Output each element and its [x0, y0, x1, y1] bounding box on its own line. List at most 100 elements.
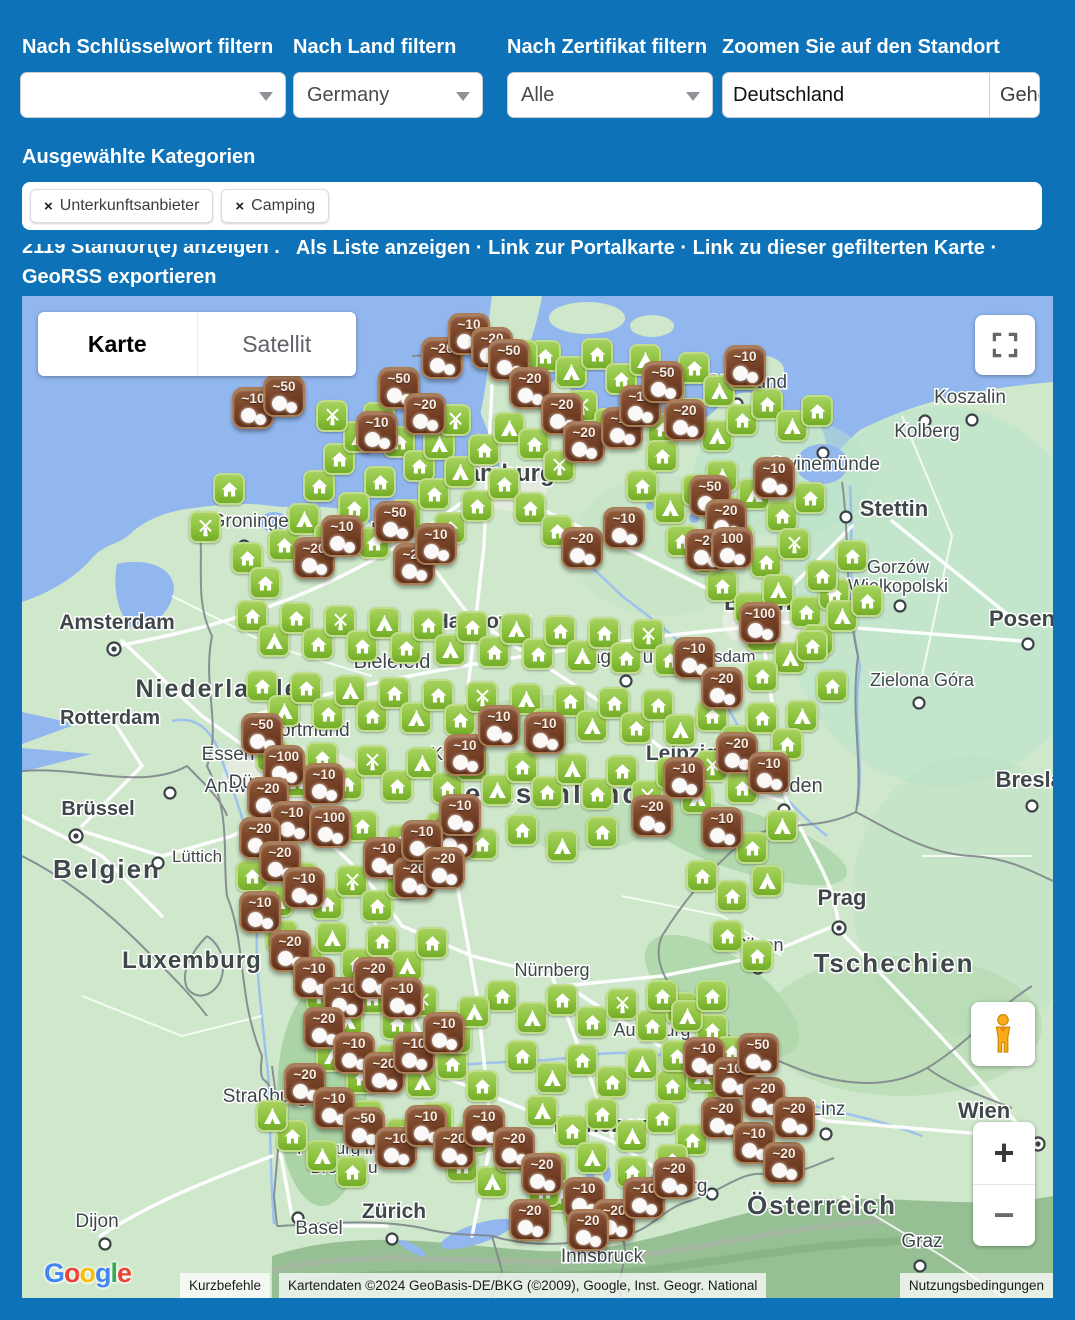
map-marker-house-icon[interactable]: [741, 940, 773, 972]
map-marker-house-icon[interactable]: [506, 814, 538, 846]
map-marker-tent-icon[interactable]: [306, 1140, 338, 1172]
map-type-satellit-button[interactable]: Satellit: [198, 312, 357, 376]
map-cluster-marker[interactable]: ~10: [303, 763, 345, 805]
map-type-karte-button[interactable]: Karte: [38, 312, 198, 376]
map-marker-house-icon[interactable]: [576, 1006, 608, 1038]
map-marker-house-icon[interactable]: [486, 980, 518, 1012]
map-cluster-marker[interactable]: ~50: [263, 375, 305, 417]
map-marker-house-icon[interactable]: [586, 816, 618, 848]
map-marker-house-icon[interactable]: [249, 567, 281, 599]
map-cluster-marker[interactable]: ~20: [509, 1199, 551, 1241]
map-cluster-marker[interactable]: ~10: [423, 1012, 465, 1054]
map-marker-house-icon[interactable]: [656, 1070, 688, 1102]
keyboard-shortcuts-link[interactable]: Kurzbefehle: [180, 1273, 270, 1298]
map-marker-house-icon[interactable]: [794, 482, 826, 514]
map-cluster-marker[interactable]: ~10: [724, 345, 766, 387]
map-marker-windmill-icon[interactable]: [189, 511, 221, 543]
map-marker-tent-icon[interactable]: [536, 1062, 568, 1094]
map-cluster-marker[interactable]: ~20: [404, 393, 446, 435]
map-cluster-marker[interactable]: ~10: [753, 457, 795, 499]
map-cluster-marker[interactable]: ~10: [603, 507, 645, 549]
map-marker-house-icon[interactable]: [466, 1070, 498, 1102]
map-marker-house-icon[interactable]: [816, 670, 848, 702]
map-marker-house-icon[interactable]: [851, 585, 883, 617]
location-search-input[interactable]: [723, 73, 989, 117]
map-marker-house-icon[interactable]: [716, 880, 748, 912]
map-marker-house-icon[interactable]: [546, 984, 578, 1016]
map-marker-tent-icon[interactable]: [516, 1002, 548, 1034]
map-cluster-marker[interactable]: ~10: [321, 515, 363, 557]
map-cluster-marker[interactable]: ~20: [521, 1153, 563, 1195]
remove-chip-icon[interactable]: ×: [235, 198, 244, 215]
map-marker-house-icon[interactable]: [213, 473, 245, 505]
map-marker-windmill-icon[interactable]: [316, 400, 348, 432]
map-canvas[interactable]: AmsterdamRotterdamNiederlandeAntwerpenBr…: [22, 296, 1053, 1298]
map-marker-house-icon[interactable]: [801, 395, 833, 427]
map-cluster-marker[interactable]: ~20: [773, 1097, 815, 1139]
map-marker-house-icon[interactable]: [596, 1066, 628, 1098]
map-cluster-marker[interactable]: ~10: [356, 411, 398, 453]
map-cluster-marker[interactable]: ~10: [663, 757, 705, 799]
map-marker-house-icon[interactable]: [806, 560, 838, 592]
map-cluster-marker[interactable]: ~20: [561, 527, 603, 569]
keyword-filter-select[interactable]: [20, 72, 286, 118]
map-cluster-marker[interactable]: ~20: [653, 1157, 695, 1199]
map-marker-house-icon[interactable]: [416, 927, 448, 959]
map-marker-windmill-icon[interactable]: [606, 988, 638, 1020]
map-marker-tent-icon[interactable]: [766, 810, 798, 842]
map-marker-house-icon[interactable]: [746, 660, 778, 692]
map-cluster-marker[interactable]: ~10: [748, 752, 790, 794]
map-cluster-marker[interactable]: ~100: [309, 806, 351, 848]
map-marker-tent-icon[interactable]: [546, 830, 578, 862]
map-marker-house-icon[interactable]: [636, 1010, 668, 1042]
go-to-location-button[interactable]: Gehe zu: [989, 73, 1039, 117]
map-marker-house-icon[interactable]: [626, 470, 658, 502]
map-marker-house-icon[interactable]: [506, 1040, 538, 1072]
map-marker-house-icon[interactable]: [706, 570, 738, 602]
map-marker-tent-icon[interactable]: [256, 1100, 288, 1132]
map-cluster-marker[interactable]: ~10: [283, 867, 325, 909]
map-marker-house-icon[interactable]: [686, 860, 718, 892]
map-marker-windmill-icon[interactable]: [778, 528, 810, 560]
map-marker-house-icon[interactable]: [336, 1156, 368, 1188]
map-marker-tent-icon[interactable]: [616, 1120, 648, 1152]
map-cluster-marker[interactable]: ~20: [763, 1142, 805, 1184]
map-marker-house-icon[interactable]: [711, 920, 743, 952]
fullscreen-button[interactable]: [975, 315, 1035, 375]
map-marker-house-icon[interactable]: [836, 540, 868, 572]
map-marker-house-icon[interactable]: [646, 1102, 678, 1134]
zoom-out-button[interactable]: −: [973, 1184, 1035, 1247]
map-marker-house-icon[interactable]: [586, 1098, 618, 1130]
map-cluster-marker[interactable]: ~10: [701, 807, 743, 849]
map-cluster-marker[interactable]: ~50: [374, 501, 416, 543]
map-marker-tent-icon[interactable]: [576, 1142, 608, 1174]
map-marker-house-icon[interactable]: [364, 466, 396, 498]
terms-of-use-link[interactable]: Nutzungsbedingungen: [900, 1273, 1053, 1298]
map-cluster-marker[interactable]: ~20: [631, 795, 673, 837]
map-cluster-marker[interactable]: 100: [711, 527, 753, 569]
country-filter-select[interactable]: Germany: [293, 72, 483, 118]
map-marker-house-icon[interactable]: [696, 980, 728, 1012]
map-cluster-marker[interactable]: ~10: [478, 705, 520, 747]
map-marker-tent-icon[interactable]: [626, 1048, 658, 1080]
remove-chip-icon[interactable]: ×: [44, 198, 53, 215]
map-cluster-marker[interactable]: ~50: [642, 361, 684, 403]
map-marker-house-icon[interactable]: [646, 440, 678, 472]
map-cluster-marker[interactable]: ~20: [563, 421, 605, 463]
map-cluster-marker[interactable]: ~20: [664, 399, 706, 441]
map-marker-tent-icon[interactable]: [526, 1095, 558, 1127]
map-cluster-marker[interactable]: ~10: [524, 712, 566, 754]
map-cluster-marker[interactable]: ~10: [415, 523, 457, 565]
zoom-in-button[interactable]: +: [973, 1122, 1035, 1184]
map-marker-tent-icon[interactable]: [664, 714, 696, 746]
map-cluster-marker[interactable]: ~100: [739, 602, 781, 644]
map-cluster-marker[interactable]: ~10: [439, 794, 481, 836]
map-cluster-marker[interactable]: ~20: [423, 847, 465, 889]
pegman-streetview-button[interactable]: [971, 1002, 1035, 1066]
map-cluster-marker[interactable]: ~20: [701, 667, 743, 709]
category-chip-camping[interactable]: × Camping: [221, 189, 329, 223]
certificate-filter-select[interactable]: Alle: [507, 72, 713, 118]
map-marker-house-icon[interactable]: [796, 630, 828, 662]
map-cluster-marker[interactable]: ~50: [737, 1033, 779, 1075]
category-chip-unterkunftsanbieter[interactable]: × Unterkunftsanbieter: [30, 189, 213, 223]
